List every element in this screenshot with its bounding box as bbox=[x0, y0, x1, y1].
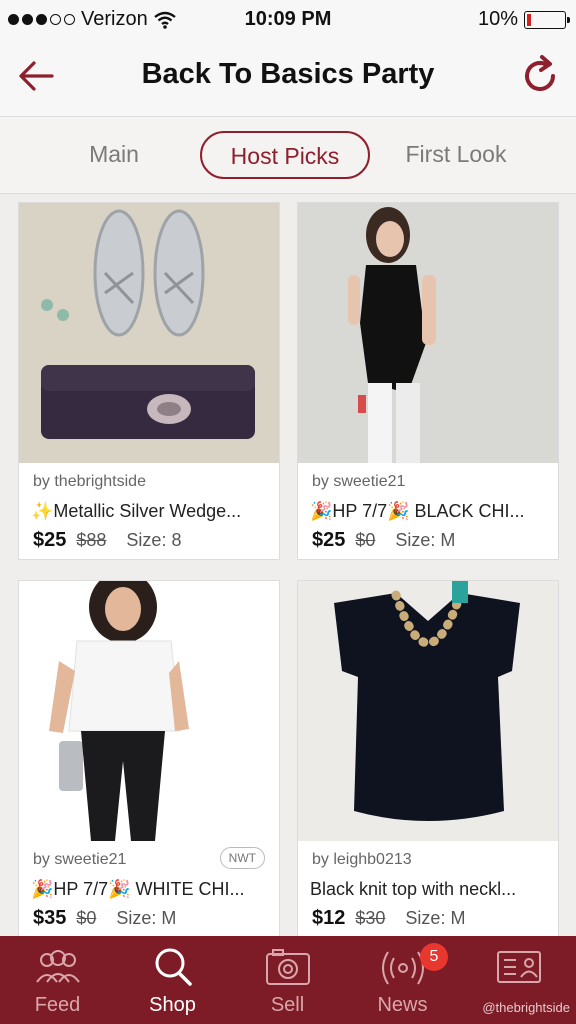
tab-main[interactable]: Main bbox=[56, 131, 172, 179]
listing-price: $35 bbox=[33, 907, 67, 929]
listing-card[interactable]: NWT by sweetie21 🎉HP 7/7🎉 WHITE CHI... $… bbox=[18, 580, 280, 936]
tab-first-look[interactable]: First Look bbox=[386, 131, 526, 179]
listing-seller[interactable]: by leighb0213 bbox=[312, 851, 412, 869]
camera-icon bbox=[266, 949, 310, 985]
listing-price-row: $35 $0 Size: M bbox=[33, 907, 176, 930]
news-count-badge: 5 bbox=[420, 943, 448, 971]
listing-price: $25 bbox=[33, 529, 67, 551]
broadcast-icon bbox=[382, 951, 424, 985]
battery-icon bbox=[524, 10, 570, 29]
listing-card[interactable]: by leighb0213 Black knit top with neckl.… bbox=[297, 580, 559, 936]
listing-size: Size: 8 bbox=[126, 530, 182, 550]
nwt-badge: NWT bbox=[219, 847, 265, 869]
battery-percent: 10% bbox=[477, 8, 518, 30]
tab-shop-label: Shop bbox=[149, 994, 196, 1016]
listing-title: ✨Metallic Silver Wedge... bbox=[31, 501, 242, 521]
tab-sell-label: Sell bbox=[270, 994, 305, 1016]
listing-seller[interactable]: by sweetie21 bbox=[33, 851, 126, 869]
page-title: Back To Basics Party bbox=[141, 58, 435, 90]
listing-size: Size: M bbox=[116, 908, 177, 928]
listing-photo bbox=[298, 581, 558, 841]
tab-feed[interactable]: Feed bbox=[0, 936, 115, 1024]
navigation-bar: Back To Basics Party bbox=[0, 38, 576, 116]
listing-seller[interactable]: by sweetie21 bbox=[312, 473, 405, 491]
listing-size: Size: M bbox=[395, 530, 456, 550]
people-icon bbox=[36, 950, 80, 983]
tab-sell[interactable]: Sell bbox=[230, 936, 345, 1024]
listing-original-price: $88 bbox=[76, 530, 107, 550]
battery-level bbox=[527, 13, 531, 26]
tab-host-picks[interactable]: Host Picks bbox=[200, 131, 370, 179]
battery-status: 10% bbox=[477, 8, 570, 31]
listing-price-row: $25 $0 Size: M bbox=[312, 529, 455, 552]
listing-card[interactable]: by sweetie21 🎉HP 7/7🎉 BLACK CHI... $25 $… bbox=[297, 202, 559, 560]
profile-card-icon bbox=[497, 951, 541, 983]
search-icon bbox=[155, 948, 192, 986]
listing-grid: by thebrightside ✨Metallic Silver Wedge.… bbox=[0, 196, 576, 936]
listing-title: 🎉HP 7/7🎉 WHITE CHI... bbox=[31, 879, 245, 899]
listing-original-price: $30 bbox=[355, 908, 386, 928]
listing-original-price: $0 bbox=[355, 530, 376, 550]
listing-price: $25 bbox=[312, 529, 346, 551]
listing-seller[interactable]: by thebrightside bbox=[33, 473, 146, 491]
listing-original-price: $0 bbox=[76, 908, 97, 928]
party-tabs: Main Host Picks First Look bbox=[0, 116, 576, 194]
tab-shop[interactable]: Shop bbox=[115, 936, 230, 1024]
listing-price-row: $12 $30 Size: M bbox=[312, 907, 465, 930]
watermark: @thebrightside bbox=[482, 1000, 570, 1015]
listing-photo bbox=[298, 203, 558, 463]
tab-feed-label: Feed bbox=[34, 994, 81, 1016]
listing-card[interactable]: by thebrightside ✨Metallic Silver Wedge.… bbox=[18, 202, 280, 560]
listing-price-row: $25 $88 Size: 8 bbox=[33, 529, 181, 552]
listing-title: Black knit top with neckl... bbox=[310, 879, 517, 899]
status-bar: Verizon 10:09 PM 10% bbox=[0, 0, 576, 38]
tab-news-label: News bbox=[377, 994, 428, 1016]
back-arrow-icon[interactable] bbox=[16, 56, 56, 96]
listing-photo bbox=[19, 581, 279, 841]
listing-size: Size: M bbox=[405, 908, 466, 928]
listing-price: $12 bbox=[312, 907, 346, 929]
listing-title: 🎉HP 7/7🎉 BLACK CHI... bbox=[310, 501, 525, 521]
listing-photo bbox=[19, 203, 279, 463]
refresh-icon[interactable] bbox=[518, 54, 562, 98]
